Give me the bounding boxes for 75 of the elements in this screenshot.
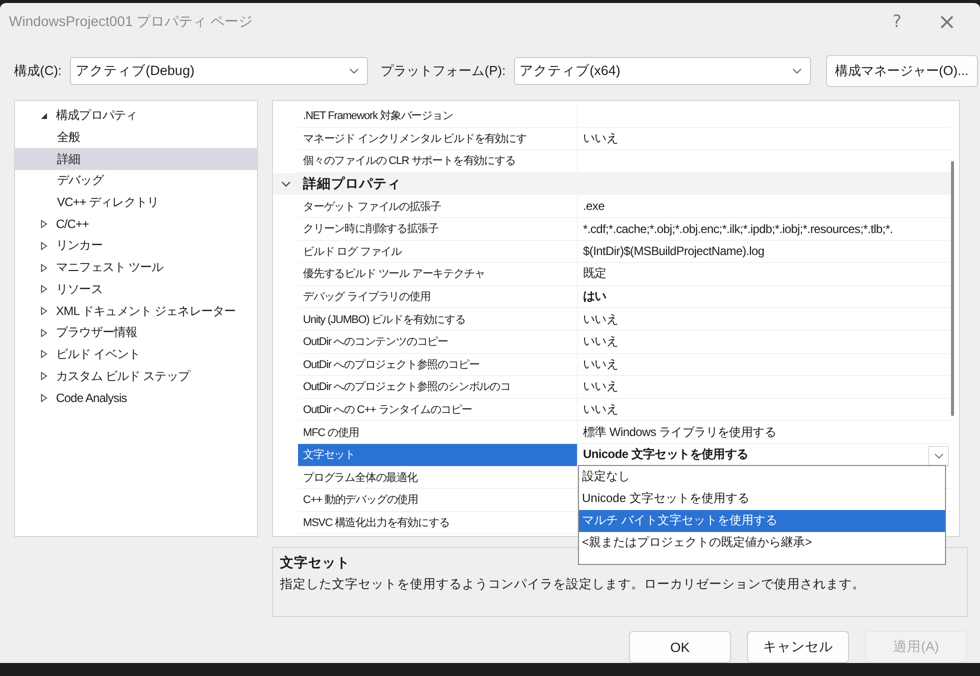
property-name[interactable]: OutDir へのプロジェクト参照のコピー bbox=[298, 354, 578, 376]
property-value[interactable]: いいえ bbox=[578, 398, 951, 422]
property-name[interactable]: Unity (JUMBO) ビルドを有効にする bbox=[298, 308, 578, 331]
section-header: 詳細プロパティ bbox=[302, 175, 401, 194]
property-value[interactable]: いいえ bbox=[578, 308, 951, 331]
expanded-triangle-icon bbox=[40, 112, 48, 120]
property-name[interactable]: OutDir への C++ ランタイムのコピー bbox=[298, 398, 578, 422]
description-text: 指定した文字セットを使用するようコンパイラを設定します。ローカリゼーションで使用されます。 bbox=[280, 576, 866, 593]
platform-label: プラットフォーム(P): bbox=[380, 62, 506, 80]
dropdown-button[interactable] bbox=[928, 446, 949, 466]
scrollbar[interactable] bbox=[951, 161, 954, 416]
property-value[interactable]: いいえ bbox=[578, 354, 951, 376]
property-value[interactable]: はい bbox=[578, 286, 951, 308]
expand-chevron-icon[interactable] bbox=[280, 179, 290, 190]
collapsed-triangle-icon bbox=[40, 264, 48, 272]
collapsed-triangle-icon bbox=[40, 307, 48, 316]
property-name[interactable]: ターゲット ファイルの拡張子 bbox=[298, 195, 578, 218]
tree-item[interactable]: 詳細 bbox=[15, 148, 257, 170]
collapsed-triangle-icon bbox=[40, 328, 48, 337]
collapsed-triangle-icon bbox=[40, 372, 48, 380]
help-button[interactable]: ? bbox=[872, 4, 922, 40]
tree-item[interactable]: リンカー bbox=[15, 235, 257, 257]
window-title: WindowsProject001 プロパティ ページ bbox=[9, 13, 254, 31]
property-name[interactable]: ビルド ログ ファイル bbox=[298, 240, 578, 264]
configuration-dropdown[interactable]: アクティブ(Debug) bbox=[70, 57, 368, 85]
tree-item[interactable]: 構成プロパティ bbox=[15, 105, 257, 127]
property-name[interactable]: プログラム全体の最適化 bbox=[298, 466, 578, 490]
collapsed-triangle-icon bbox=[40, 394, 48, 402]
tree-item[interactable]: 全般 bbox=[15, 126, 257, 148]
property-name[interactable]: C++ 動的デバッグの使用 bbox=[298, 489, 578, 512]
tree-item[interactable]: デバッグ bbox=[15, 170, 257, 192]
property-name[interactable]: OutDir へのコンテンツのコピー bbox=[298, 330, 578, 354]
tree-item[interactable]: Code Analysis bbox=[15, 386, 257, 409]
collapsed-triangle-icon bbox=[40, 350, 48, 358]
chevron-down-icon bbox=[934, 452, 944, 459]
dropdown-option[interactable]: <親またはプロジェクトの既定値から継承> bbox=[579, 532, 945, 554]
property-name[interactable]: 文字セット bbox=[298, 444, 578, 466]
property-value[interactable]: いいえ bbox=[578, 376, 951, 399]
property-name[interactable]: 優先するビルド ツール アーキテクチャ bbox=[298, 263, 578, 286]
property-value[interactable]: $(IntDir)$(MSBuildProjectName).log bbox=[578, 240, 951, 264]
description-title: 文字セット bbox=[280, 554, 351, 572]
dropdown-option[interactable]: Unicode 文字セットを使用する bbox=[579, 488, 945, 510]
chevron-down-icon bbox=[792, 68, 802, 74]
property-name[interactable]: MSVC 構造化出力を有効にする bbox=[298, 512, 578, 534]
property-name[interactable]: クリーン時に削除する拡張子 bbox=[298, 218, 578, 241]
close-button[interactable]: × bbox=[922, 4, 972, 40]
dropdown-option[interactable]: マルチ バイト文字セットを使用する bbox=[579, 510, 945, 532]
collapsed-triangle-icon bbox=[40, 285, 48, 294]
tree-item[interactable]: マニフェスト ツール bbox=[15, 256, 257, 278]
tree-item[interactable]: XML ドキュメント ジェネレーター bbox=[15, 300, 257, 322]
property-value[interactable]: *.cdf;*.cache;*.obj;*.obj.enc;*.ilk;*.ipdb;*.iobj;*.resources;*.tlb;*. bbox=[578, 218, 951, 241]
property-name[interactable]: .NET Framework 対象バージョン bbox=[298, 105, 578, 128]
tree-item[interactable]: ブラウザー情報 bbox=[15, 322, 257, 344]
property-value[interactable]: いいえ bbox=[578, 330, 951, 354]
tree-item[interactable]: リソース bbox=[15, 278, 257, 300]
dropdown-option[interactable]: 設定なし bbox=[579, 466, 945, 488]
configuration-label: 構成(C): bbox=[14, 62, 62, 80]
dialog-button[interactable]: OK bbox=[629, 631, 731, 663]
dialog-button[interactable]: キャンセル bbox=[747, 631, 849, 663]
chevron-down-icon bbox=[348, 68, 359, 74]
collapsed-triangle-icon bbox=[40, 242, 48, 250]
tree-item[interactable]: VC++ ディレクトリ bbox=[15, 192, 257, 214]
configuration-manager-button[interactable]: 構成マネージャー(O)... bbox=[826, 55, 978, 87]
collapsed-triangle-icon bbox=[40, 220, 48, 228]
property-name[interactable]: デバッグ ライブラリの使用 bbox=[298, 286, 578, 308]
property-value[interactable]: .exe bbox=[578, 195, 951, 218]
property-value[interactable]: 既定 bbox=[578, 263, 951, 286]
property-value[interactable]: いいえ bbox=[578, 128, 951, 150]
platform-dropdown[interactable]: アクティブ(x64) bbox=[514, 57, 811, 85]
property-value[interactable]: 標準 Windows ライブラリを使用する bbox=[578, 421, 951, 444]
tree-item[interactable]: C/C++ bbox=[15, 213, 257, 236]
property-name[interactable]: OutDir へのプロジェクト参照のシンボルのコ bbox=[298, 376, 578, 399]
property-name[interactable]: マネージド インクリメンタル ビルドを有効にす bbox=[298, 128, 578, 150]
tree-item[interactable]: ビルド イベント bbox=[15, 344, 257, 366]
tree-item[interactable]: カスタム ビルド ステップ bbox=[15, 365, 257, 387]
